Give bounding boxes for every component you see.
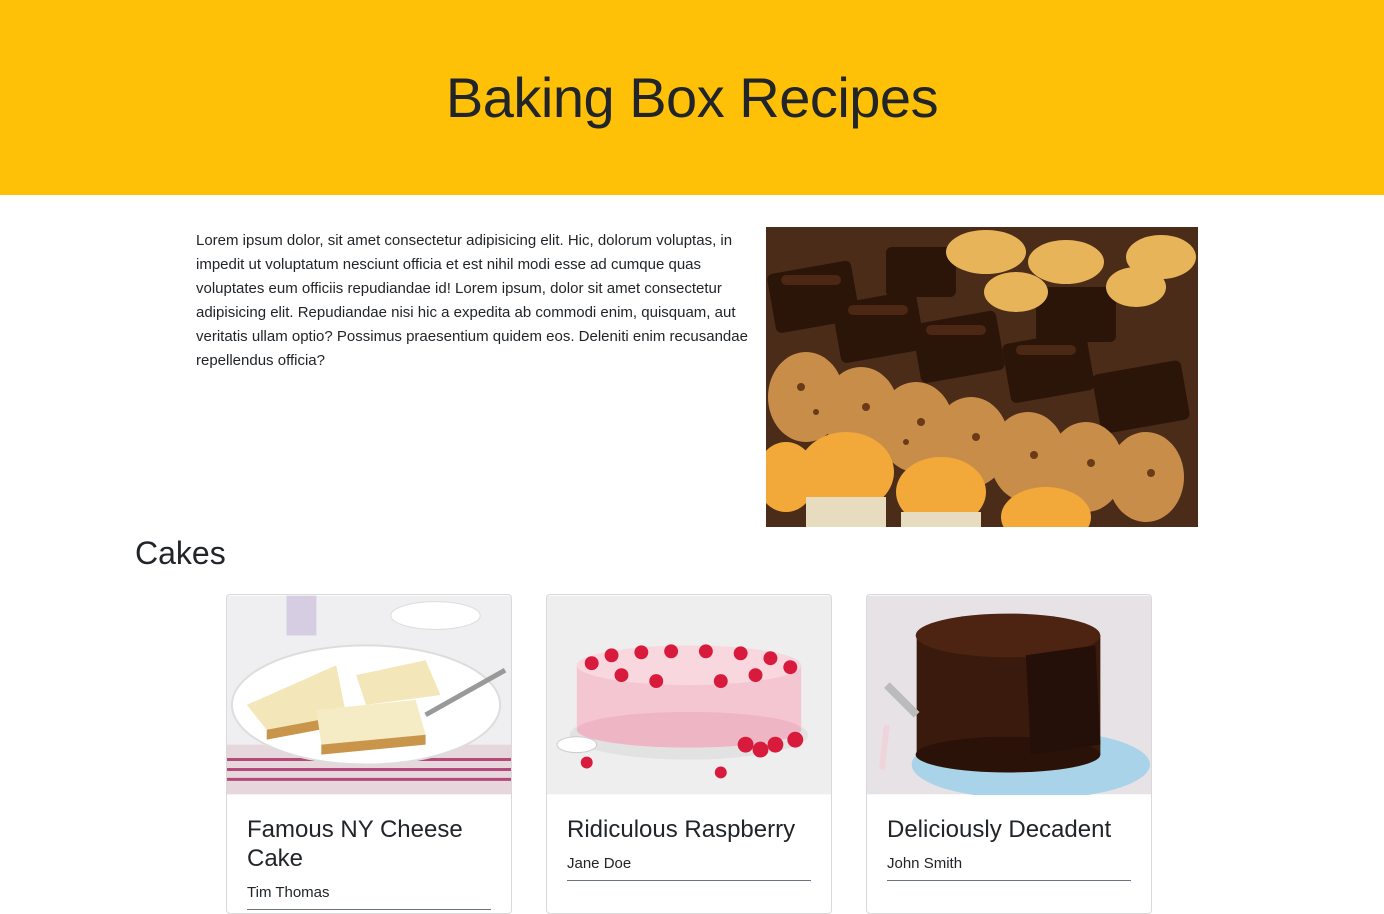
- card-title[interactable]: Famous NY Cheese Cake: [247, 815, 491, 873]
- cheesecake-image: [227, 595, 511, 795]
- recipe-card[interactable]: Deliciously Decadent John Smith: [866, 594, 1152, 914]
- recipe-card[interactable]: Famous NY Cheese Cake Tim Thomas: [226, 594, 512, 914]
- card-author: Tim Thomas: [247, 883, 491, 910]
- section-title-cakes: Cakes: [135, 535, 226, 571]
- card-title[interactable]: Ridiculous Raspberry: [567, 815, 811, 844]
- raspberry-cake-image: [547, 595, 831, 795]
- card-author: Jane Doe: [567, 854, 811, 881]
- chocolate-cake-image: [867, 595, 1151, 795]
- card-author: John Smith: [887, 854, 1131, 881]
- intro-paragraph: Lorem ipsum dolor, sit amet consectetur …: [196, 232, 748, 369]
- hero-banner: Baking Box Recipes: [0, 0, 1384, 195]
- card-title[interactable]: Deliciously Decadent: [887, 815, 1131, 844]
- page-title: Baking Box Recipes: [445, 66, 939, 129]
- recipe-card[interactable]: Ridiculous Raspberry Jane Doe: [546, 594, 832, 914]
- baked-goods-image: [766, 227, 1198, 527]
